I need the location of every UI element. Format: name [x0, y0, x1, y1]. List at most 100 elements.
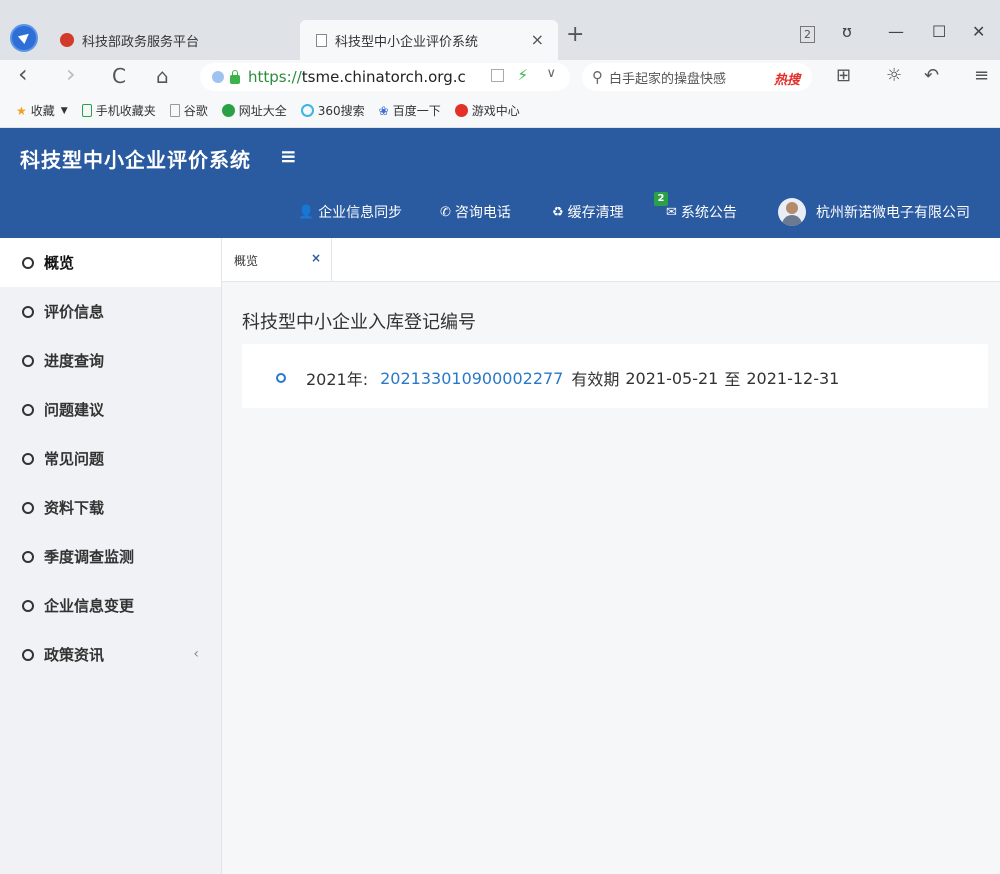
apps-grid-icon[interactable]: ⊞: [836, 65, 851, 86]
bookmark-label: 手机收藏夹: [95, 104, 156, 118]
bookmark-url-directory[interactable]: 网址大全: [221, 102, 287, 119]
reload-button[interactable]: C: [112, 64, 126, 88]
browser-tab-gov-platform[interactable]: 科技部政务服务平台: [48, 20, 298, 60]
minimize-button[interactable]: —: [888, 22, 904, 41]
sync-company-info-link[interactable]: 👤 企业信息同步: [298, 202, 402, 222]
bookmark-mobile[interactable]: 手机收藏夹: [81, 102, 156, 119]
search-box[interactable]: ⚲ 白手起家的操盘快感 热搜: [582, 63, 812, 91]
circle-icon: [22, 648, 34, 661]
back-button[interactable]: ‹: [18, 60, 28, 88]
envelope-icon: ✉: [666, 204, 677, 220]
sidebar-item-label: 政策资讯: [44, 646, 105, 664]
sidebar-item-policy-news[interactable]: 政策资讯 ‹: [0, 630, 221, 679]
qr-code-icon[interactable]: [491, 69, 504, 82]
sidebar-item-overview[interactable]: 概览: [0, 238, 221, 287]
circle-icon: [22, 550, 34, 563]
hot-search-label[interactable]: 热搜: [774, 69, 800, 88]
close-icon[interactable]: ×: [311, 251, 321, 265]
record-year: 2021年:: [306, 370, 369, 389]
menu-toggle-icon[interactable]: ≡: [280, 144, 297, 168]
sidebar-item-label: 资料下载: [44, 499, 105, 517]
bullet-circle-icon: [276, 373, 286, 383]
sidebar-item-label: 企业信息变更: [44, 597, 135, 615]
bookmark-favorites[interactable]: ★ 收藏 ▼: [16, 102, 68, 119]
sidebar-item-downloads[interactable]: 资料下载: [0, 483, 221, 532]
gov-emblem-icon: [60, 33, 74, 47]
search-icon: ⚲: [592, 68, 603, 86]
validity-label: 有效期: [571, 370, 620, 389]
nav-label: 企业信息同步: [318, 205, 403, 221]
lightning-icon[interactable]: ⚡: [517, 66, 528, 84]
bookmark-label: 360搜索: [317, 104, 365, 118]
browser-tab-title: 科技型中小企业评价系统: [335, 34, 479, 50]
sidebar-item-progress-query[interactable]: 进度查询: [0, 336, 221, 385]
home-button[interactable]: ⌂: [156, 64, 169, 88]
bookmarks-bar: ★ 收藏 ▼ 手机收藏夹 谷歌 网址大全 360搜索 ❀ 百度一下 游戏中心: [0, 94, 1000, 128]
bookmark-google[interactable]: 谷歌: [169, 102, 208, 119]
sidebar-item-label: 进度查询: [44, 352, 105, 370]
sidebar-item-label: 常见问题: [44, 450, 105, 468]
sidebar-item-label: 问题建议: [44, 401, 105, 419]
registration-number-link[interactable]: 202133010900002277: [380, 369, 563, 388]
lock-icon: [230, 69, 240, 84]
maximize-button[interactable]: ☐: [932, 22, 946, 41]
header-nav: 👤 企业信息同步 ✆ 咨询电话 ♻ 缓存清理 2 ✉ 系统公告 杭州新诺微电子有…: [0, 188, 1000, 238]
forward-button[interactable]: ›: [66, 60, 76, 88]
circle-icon: [22, 452, 34, 465]
bookmark-label: 收藏: [30, 104, 55, 118]
content-tabs: 概览 ×: [222, 238, 1000, 282]
phone-icon: [81, 104, 92, 117]
avatar: [778, 198, 806, 226]
circle-icon: [22, 501, 34, 514]
tab-label: 概览: [234, 253, 259, 268]
sidebar-item-suggestions[interactable]: 问题建议: [0, 385, 221, 434]
nav-label: 咨询电话: [454, 205, 511, 221]
validity-start: 2021-05-21: [625, 368, 719, 388]
tab-overview[interactable]: 概览 ×: [222, 238, 332, 282]
page-icon: [169, 104, 180, 117]
undo-icon[interactable]: ↶: [924, 65, 939, 86]
registration-card: 2021年: 202133010900002277 有效期 2021-05-21…: [242, 344, 988, 408]
bookmark-baidu[interactable]: ❀ 百度一下: [379, 102, 441, 119]
clear-cache-link[interactable]: ♻ 缓存清理: [552, 202, 624, 222]
circle-icon: [22, 599, 34, 612]
sidebar-item-faq[interactable]: 常见问题: [0, 434, 221, 483]
validity-to: 至: [724, 370, 741, 389]
company-account-menu[interactable]: 杭州新诺微电子有限公司: [778, 198, 970, 226]
close-window-button[interactable]: ✕: [972, 22, 985, 41]
chevron-down-icon[interactable]: ∨: [546, 66, 556, 81]
tab-count-badge[interactable]: 2: [800, 26, 815, 43]
page-title: 科技型中小企业入库登记编号: [242, 312, 476, 333]
browser-tab-title: 科技部政务服务平台: [82, 34, 200, 50]
brightness-icon[interactable]: ☼: [886, 65, 902, 86]
sidebar-item-label: 概览: [44, 254, 75, 272]
new-tab-button[interactable]: +: [566, 22, 584, 47]
sidebar: 概览 评价信息 进度查询 问题建议 常见问题 资料下载 季度调查监测 企业信息变…: [0, 238, 222, 874]
bookmark-label: 游戏中心: [471, 104, 520, 118]
validity-end: 2021-12-31: [746, 368, 840, 388]
bookmark-game-center[interactable]: 游戏中心: [454, 102, 520, 119]
app-title: 科技型中小企业评价系统: [20, 148, 251, 172]
globe-icon: [221, 104, 235, 117]
url-host: tsme.chinatorch.org.c: [301, 68, 466, 86]
browser-tab-bar: 科技部政务服务平台 科技型中小企业评价系统 × + 2 ʊ — ☐ ✕: [0, 0, 1000, 60]
browser-logo-icon[interactable]: [10, 24, 38, 52]
sidebar-item-info-change[interactable]: 企业信息变更: [0, 581, 221, 630]
bookmark-label: 百度一下: [392, 104, 441, 118]
recycle-icon: ♻: [552, 204, 564, 220]
bookmark-label: 谷歌: [183, 104, 208, 118]
search-suggestion: 白手起家的操盘快感: [609, 71, 727, 87]
sidebar-item-quarterly-survey[interactable]: 季度调查监测: [0, 532, 221, 581]
consult-phone-link[interactable]: ✆ 咨询电话: [440, 202, 511, 222]
system-notice-link[interactable]: 2 ✉ 系统公告: [654, 192, 737, 222]
browser-tab-eval-system[interactable]: 科技型中小企业评价系统 ×: [300, 20, 558, 60]
address-bar[interactable]: https:// tsme.chinatorch.org.c ⚡ ∨: [200, 63, 570, 91]
sidebar-item-label: 评价信息: [44, 303, 105, 321]
skin-icon[interactable]: ʊ: [842, 22, 852, 41]
menu-icon[interactable]: ≡: [974, 65, 989, 86]
close-tab-icon[interactable]: ×: [531, 30, 544, 49]
chevron-left-icon[interactable]: ‹: [193, 646, 199, 662]
main-content: 科技型中小企业入库登记编号 2021年: 202133010900002277 …: [222, 282, 1000, 874]
sidebar-item-evaluation-info[interactable]: 评价信息: [0, 287, 221, 336]
bookmark-360-search[interactable]: 360搜索: [300, 102, 365, 119]
